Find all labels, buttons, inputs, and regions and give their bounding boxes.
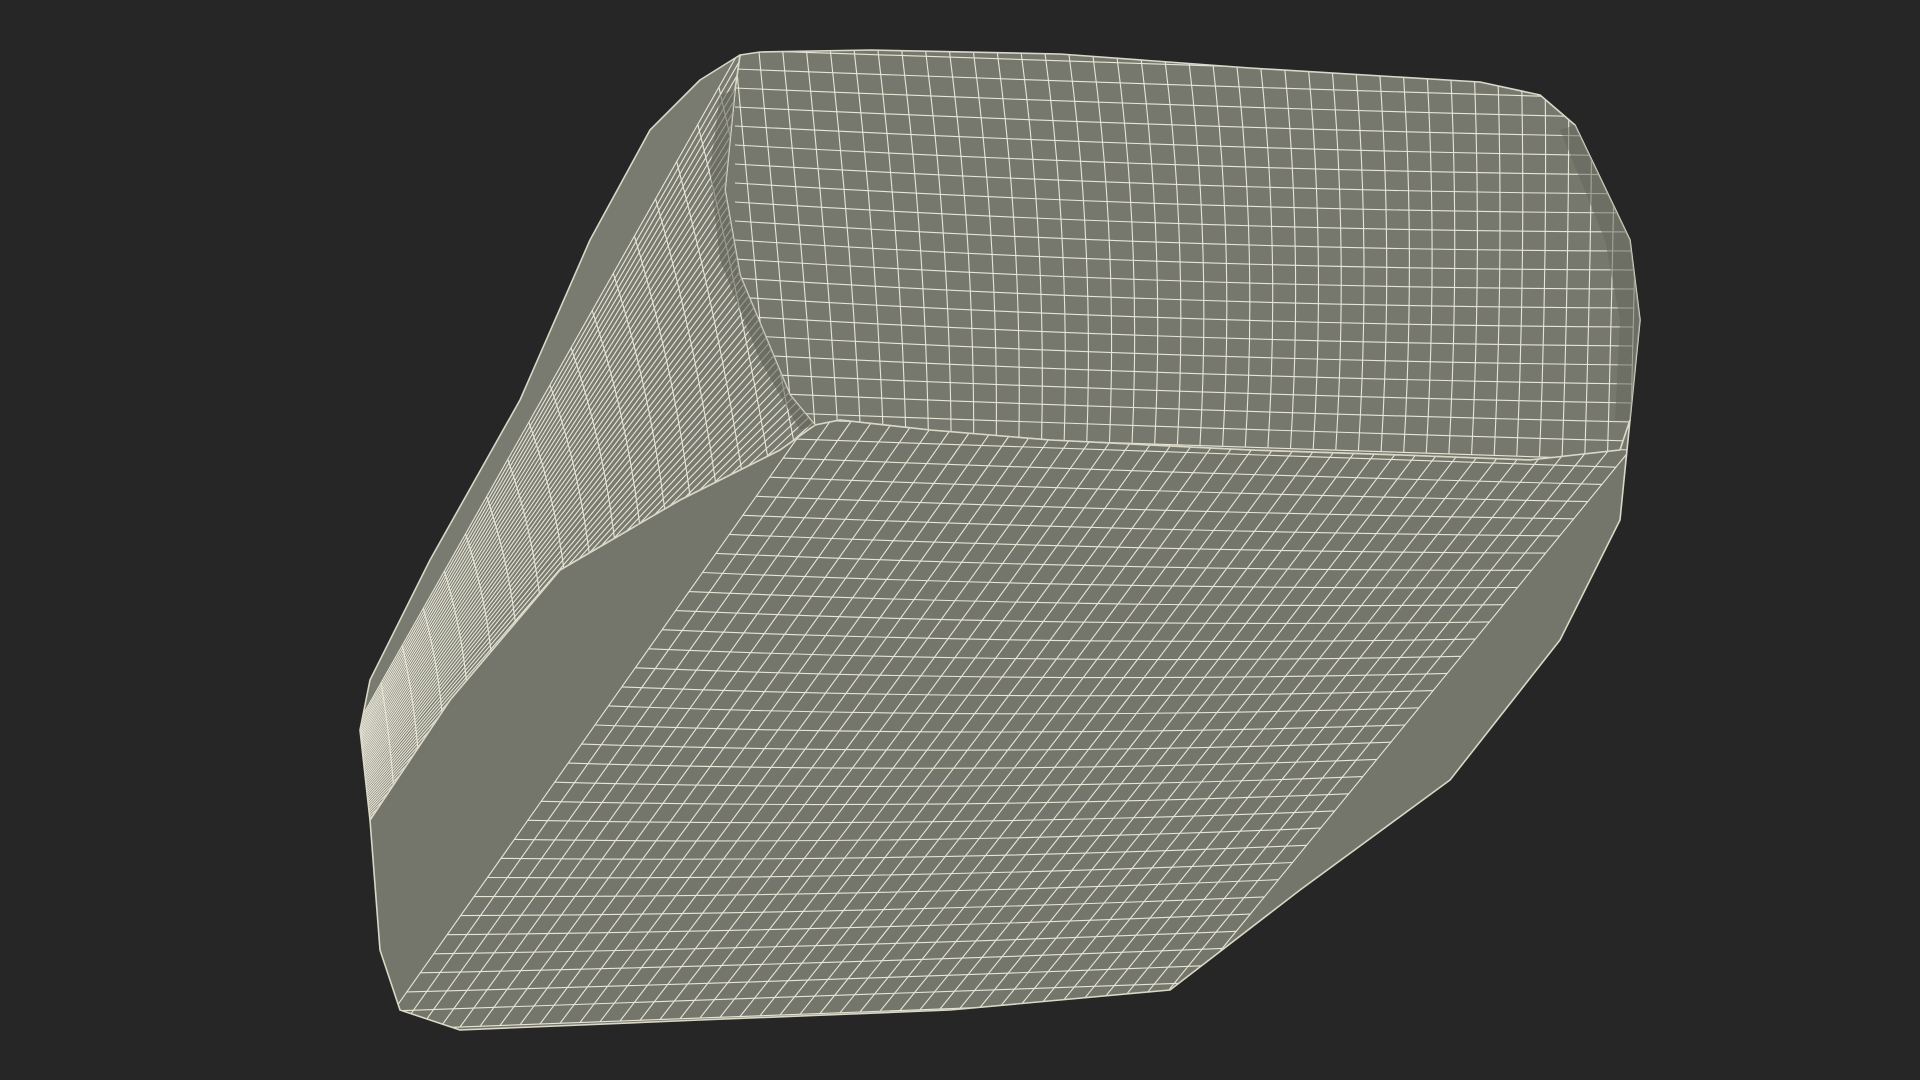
3d-viewport[interactable] bbox=[0, 0, 1920, 1080]
mesh-face-top-surface bbox=[725, 50, 1640, 460]
wireframe-mesh[interactable] bbox=[0, 0, 1920, 1080]
mesh-geometry bbox=[359, 49, 1641, 1031]
mesh-face-top bbox=[724, 49, 1641, 461]
